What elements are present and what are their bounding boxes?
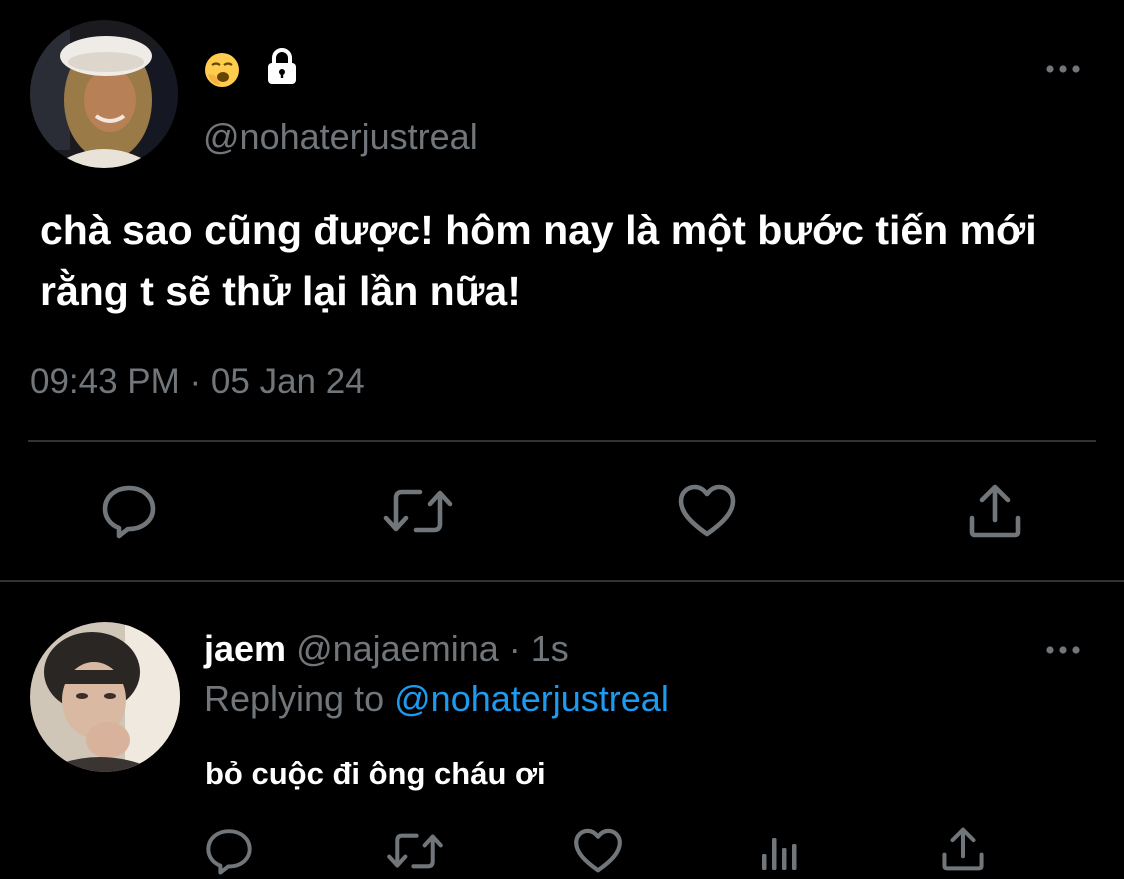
replying-to-handle-link[interactable]: @nohaterjustreal — [394, 678, 669, 719]
yawning-face-emoji — [204, 52, 240, 88]
reply-text: bỏ cuộc đi ông cháu ơi — [205, 756, 546, 791]
reply-avatar[interactable] — [30, 622, 180, 772]
share-icon[interactable] — [964, 480, 1026, 542]
replying-to-line: Replying to @nohaterjustreal — [204, 677, 669, 721]
reply-author-handle[interactable]: @najaemina — [296, 628, 499, 669]
retweet-icon[interactable] — [386, 826, 444, 876]
avatar-woman-beret-image — [30, 20, 178, 168]
like-icon[interactable] — [572, 826, 624, 876]
share-icon[interactable] — [938, 824, 988, 874]
reply-icon[interactable] — [204, 826, 254, 876]
reply-time[interactable]: 1s — [531, 628, 569, 669]
main-tweet-avatar[interactable] — [30, 20, 178, 168]
main-tweet-text: chà sao cũng được! hôm nay là một bước t… — [40, 207, 1037, 314]
reply-separator: · — [508, 628, 521, 669]
analytics-icon[interactable] — [760, 832, 800, 872]
main-tweet-handle[interactable]: @nohaterjustreal — [203, 116, 478, 158]
replying-to-label: Replying to — [204, 678, 385, 719]
like-icon[interactable] — [676, 482, 738, 540]
divider — [28, 440, 1096, 442]
main-tweet-timestamp[interactable]: 09:43 PM · 05 Jan 24 — [30, 362, 365, 402]
divider — [0, 580, 1124, 582]
retweet-icon[interactable] — [382, 482, 454, 540]
more-options-icon[interactable] — [1043, 643, 1083, 655]
reply-header: jaem @najaemina · 1s — [204, 627, 569, 671]
avatar-man-image — [30, 622, 180, 772]
reply-icon[interactable] — [100, 482, 158, 540]
lock-icon — [262, 46, 302, 86]
more-options-icon[interactable] — [1043, 62, 1083, 74]
reply-author-name[interactable]: jaem — [204, 628, 286, 669]
